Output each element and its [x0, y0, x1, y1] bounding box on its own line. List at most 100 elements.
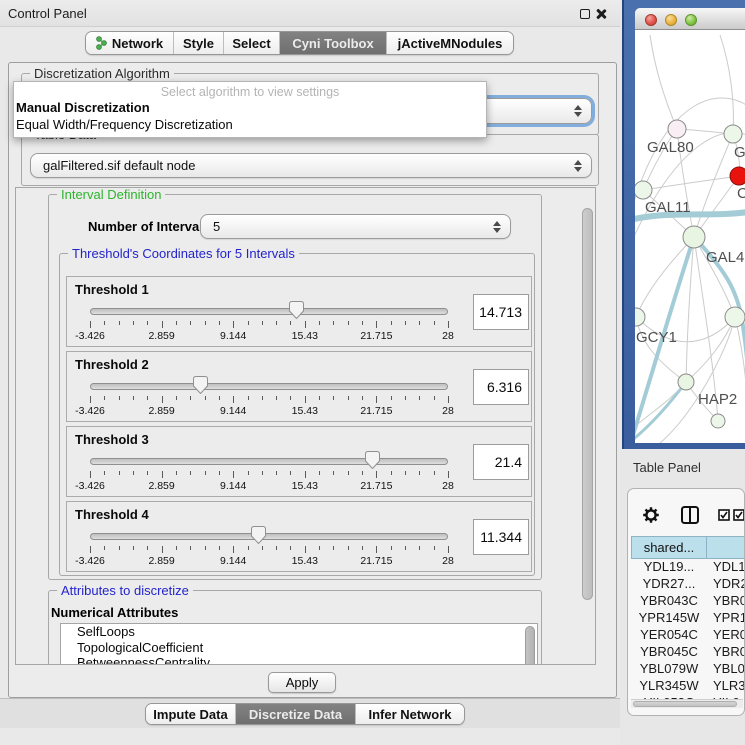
table-row[interactable]: YBR045CYBR0 — [631, 644, 745, 661]
major-tick — [162, 321, 163, 328]
threshold-value-field[interactable]: 11.344 — [473, 519, 529, 555]
minimize-traffic-light-icon[interactable] — [665, 14, 677, 26]
network-node-gal80[interactable] — [668, 120, 686, 138]
slider-track[interactable] — [90, 458, 448, 465]
tick-label: -3.426 — [64, 330, 116, 342]
threshold-row-1: Threshold 1-3.4262.8599.14415.4321.71528… — [66, 276, 532, 347]
minor-tick — [419, 546, 420, 550]
tab-jactivemnodules[interactable]: jActiveMNodules — [387, 32, 513, 54]
network-node-c[interactable] — [730, 167, 745, 185]
slider-track[interactable] — [90, 383, 448, 390]
tab-impute-data[interactable]: Impute Data — [146, 704, 236, 724]
network-graph: GAL80GACGAL11GAL4GCY1HHAP2 — [635, 30, 745, 443]
threshold-value-field[interactable]: 21.4 — [473, 444, 529, 480]
minor-tick — [219, 396, 220, 400]
slider-track[interactable] — [90, 533, 448, 540]
minor-tick — [333, 396, 334, 400]
network-node-gal11[interactable] — [635, 181, 652, 199]
gear-icon[interactable] — [642, 506, 660, 524]
minor-tick — [147, 546, 148, 550]
tab-select[interactable]: Select — [224, 32, 280, 54]
column-header-shared-name[interactable]: shared... — [631, 536, 707, 559]
tick-label: -3.426 — [64, 555, 116, 567]
float-window-icon[interactable] — [580, 9, 590, 19]
major-tick — [376, 321, 377, 328]
tick-label: 28 — [422, 405, 474, 417]
table-row[interactable]: YLR345WYLR3 — [631, 678, 745, 695]
minor-tick — [190, 321, 191, 325]
dropdown-option-equal-width[interactable]: Equal Width/Frequency Discretization — [14, 116, 486, 133]
network-node-h[interactable] — [725, 307, 745, 327]
minor-tick — [147, 471, 148, 475]
minor-tick — [248, 471, 249, 475]
apply-button[interactable]: Apply — [268, 672, 336, 693]
node-label: GAL4 — [706, 249, 744, 266]
slider-thumb[interactable] — [289, 301, 304, 319]
threshold-value-field[interactable]: 14.713 — [473, 294, 529, 330]
major-tick — [448, 396, 449, 403]
algorithm-dropdown-popup: Select algorithm to view settings Manual… — [13, 81, 487, 138]
table-panel: shared... na YDL19...YDL1YDR27...YDR2YBR… — [627, 488, 745, 716]
network-node[interactable] — [711, 414, 725, 428]
network-node-gal4[interactable] — [683, 226, 705, 248]
tab-style[interactable]: Style — [174, 32, 224, 54]
minor-tick — [319, 546, 320, 550]
tick-label: 2.859 — [136, 555, 188, 567]
attribute-item[interactable]: SelfLoops — [61, 624, 537, 640]
table-header-row: shared... na — [631, 536, 745, 559]
major-tick — [233, 546, 234, 553]
minor-tick — [248, 396, 249, 400]
close-icon[interactable] — [595, 8, 607, 20]
number-of-intervals-combobox[interactable]: 5 — [200, 214, 511, 239]
list-scrollbar[interactable] — [525, 626, 535, 665]
tick-label: 15.43 — [279, 480, 331, 492]
tab-infer-network[interactable]: Infer Network — [356, 704, 464, 724]
control-panel-titlebar: Control Panel — [0, 0, 620, 27]
checkbox-checked-icon[interactable] — [718, 509, 730, 521]
network-icon — [96, 36, 107, 50]
table-row[interactable]: YBR043CYBR0 — [631, 593, 745, 610]
tab-discretize-data[interactable]: Discretize Data — [236, 704, 356, 724]
tab-cyni-toolbox[interactable]: Cyni Toolbox — [280, 32, 387, 54]
cyni-toolbox-panel: Discretization Algorithm Select algorith… — [8, 62, 617, 698]
threshold-value-field[interactable]: 6.316 — [473, 369, 529, 405]
table-row[interactable]: YDL19...YDL1 — [631, 559, 745, 576]
zoom-traffic-light-icon[interactable] — [685, 14, 697, 26]
split-columns-icon[interactable] — [680, 505, 700, 525]
close-traffic-light-icon[interactable] — [645, 14, 657, 26]
attribute-item[interactable]: BetweennessCentrality — [61, 655, 537, 665]
major-tick — [448, 546, 449, 553]
horizontal-scrollbar-thumb[interactable] — [633, 701, 737, 707]
attributes-group: Attributes to discretize Numerical Attri… — [48, 590, 542, 665]
threshold-label: Threshold 1 — [75, 282, 149, 297]
minor-tick — [391, 546, 392, 550]
node-table: shared... na YDL19...YDL1YDR27...YDR2YBR… — [631, 536, 745, 699]
minor-tick — [190, 546, 191, 550]
network-canvas[interactable]: GAL80GACGAL11GAL4GCY1HHAP2 — [635, 30, 745, 443]
table-row[interactable]: YBL079WYBL0 — [631, 661, 745, 678]
minor-tick — [319, 471, 320, 475]
table-data-combobox[interactable]: galFiltered.sif default node — [30, 153, 592, 178]
attribute-item[interactable]: TopologicalCoefficient — [61, 640, 537, 656]
tab-network[interactable]: Network — [86, 32, 174, 54]
numerical-attributes-list[interactable]: SelfLoopsTopologicalCoefficientBetweenne… — [60, 623, 538, 665]
slider-thumb[interactable] — [193, 376, 208, 394]
minor-tick — [248, 321, 249, 325]
viewport-scrollbar[interactable] — [582, 208, 593, 600]
minor-tick — [219, 546, 220, 550]
table-row[interactable]: YPR145WYPR1 — [631, 610, 745, 627]
minor-tick — [119, 396, 120, 400]
minor-tick — [405, 471, 406, 475]
table-row[interactable]: YDR27...YDR2 — [631, 576, 745, 593]
slider-thumb[interactable] — [251, 526, 266, 544]
slider-track[interactable] — [90, 308, 448, 315]
horizontal-scrollbar[interactable] — [631, 699, 743, 708]
slider-thumb[interactable] — [365, 451, 380, 469]
major-tick — [233, 321, 234, 328]
table-row[interactable]: YER054CYER0 — [631, 627, 745, 644]
checkbox-checked-icon[interactable] — [733, 509, 745, 521]
network-node-ga[interactable] — [724, 125, 742, 143]
network-node-hap2[interactable] — [678, 374, 694, 390]
dropdown-option-manual[interactable]: Manual Discretization — [14, 99, 486, 116]
column-header-name[interactable]: na — [707, 536, 745, 559]
